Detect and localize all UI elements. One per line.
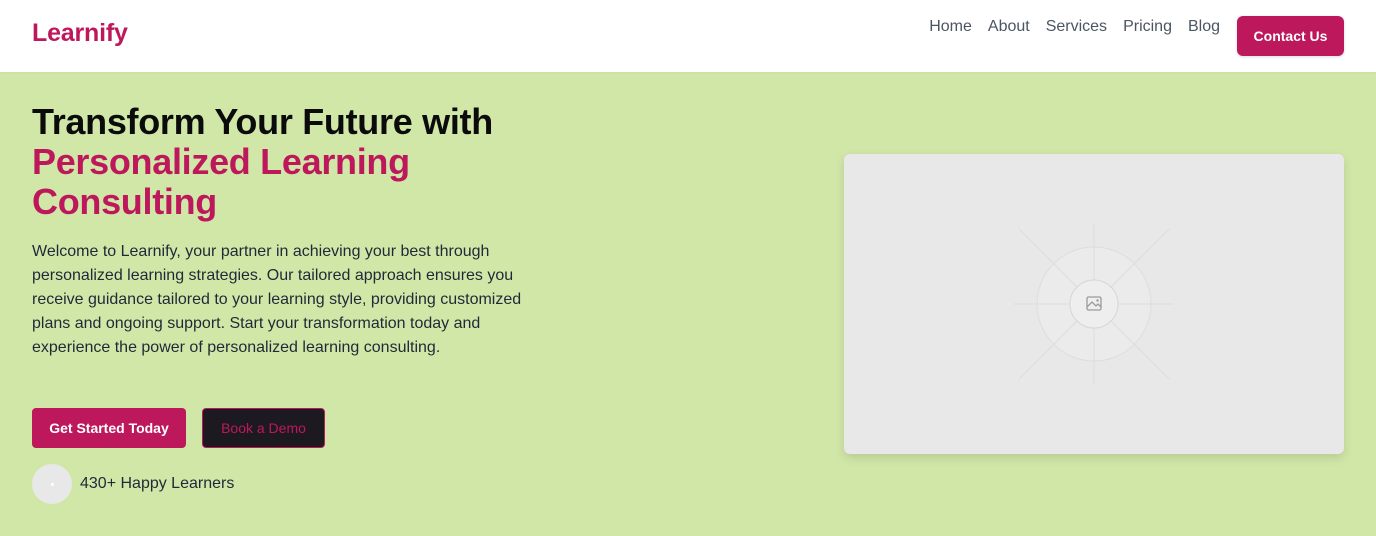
nav-link-services[interactable]: Services xyxy=(1046,18,1107,36)
hero-description: Welcome to Learnify, your partner in ach… xyxy=(32,243,522,356)
hero-content: Transform Your Future with Personalized … xyxy=(32,102,572,360)
hero-title: Transform Your Future with Personalized … xyxy=(32,102,572,222)
nav-link-home[interactable]: Home xyxy=(929,18,972,36)
nav-links: Home About Services Pricing Blog xyxy=(929,18,1220,36)
get-started-button[interactable]: Get Started Today xyxy=(32,408,186,448)
contact-us-button[interactable]: Contact Us xyxy=(1237,16,1344,56)
hero-title-line1: Transform Your Future with xyxy=(32,101,493,142)
social-proof: 430+ Happy Learners xyxy=(32,464,234,504)
hero-title-accent: Personalized Learning Consulting xyxy=(32,141,410,222)
image-placeholder-icon xyxy=(1014,224,1174,384)
brand-logo[interactable]: Learnify xyxy=(32,19,128,48)
nav-link-blog[interactable]: Blog xyxy=(1188,18,1220,36)
book-demo-button[interactable]: Book a Demo xyxy=(202,408,325,448)
navbar: Learnify Home About Services Pricing Blo… xyxy=(0,0,1376,72)
nav-link-about[interactable]: About xyxy=(988,18,1030,36)
hero-button-row: Get Started Today Book a Demo xyxy=(32,408,325,448)
avatar xyxy=(32,464,72,504)
nav-link-pricing[interactable]: Pricing xyxy=(1123,18,1172,36)
happy-learners-count: 430+ Happy Learners xyxy=(80,475,235,492)
hero-image-placeholder xyxy=(844,154,1344,454)
